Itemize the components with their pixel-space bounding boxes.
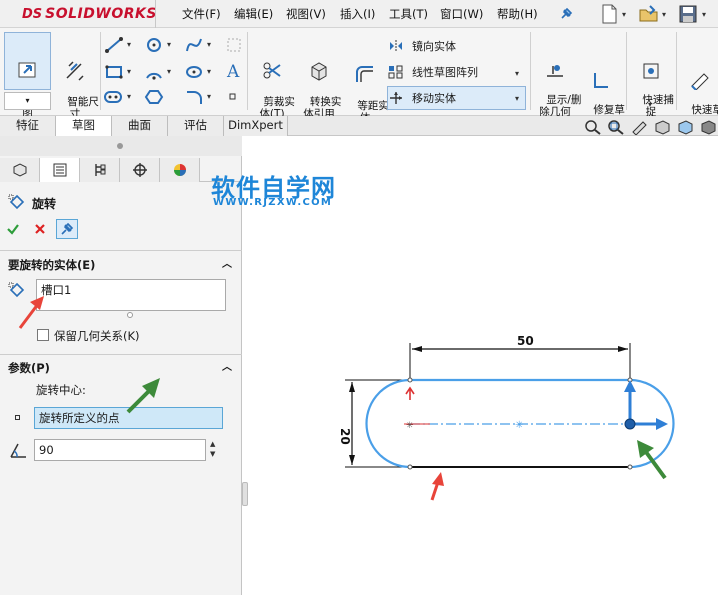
slot-left-arc[interactable]	[365, 378, 411, 469]
red-arrow-sketch-icon	[432, 472, 444, 486]
red-arrow-panel-line	[18, 303, 40, 329]
green-arrow-panel-line	[126, 388, 152, 414]
origin-y-icon	[405, 386, 415, 400]
green-arrow-sketch-line	[644, 450, 667, 480]
sketch-drawing: 50 20 ✳ ✳	[18, 296, 675, 501]
slot-point-tl[interactable]	[407, 377, 413, 383]
left-center-point-icon: ✳	[406, 421, 414, 431]
green-arrow-sketch-icon	[637, 440, 654, 458]
slot-point-br[interactable]	[627, 464, 633, 470]
slot-midpoint-icon: ✳	[515, 420, 523, 431]
rotation-center-point[interactable]	[624, 418, 636, 430]
dim-width-text[interactable]: 50	[517, 334, 534, 348]
triad-x-arrow-icon[interactable]	[656, 418, 668, 430]
dim-height-text[interactable]: 20	[338, 428, 352, 445]
triad-y-arrow-icon[interactable]	[624, 380, 636, 392]
red-arrow-panel-icon	[30, 296, 44, 310]
slot-point-bl[interactable]	[407, 464, 413, 470]
